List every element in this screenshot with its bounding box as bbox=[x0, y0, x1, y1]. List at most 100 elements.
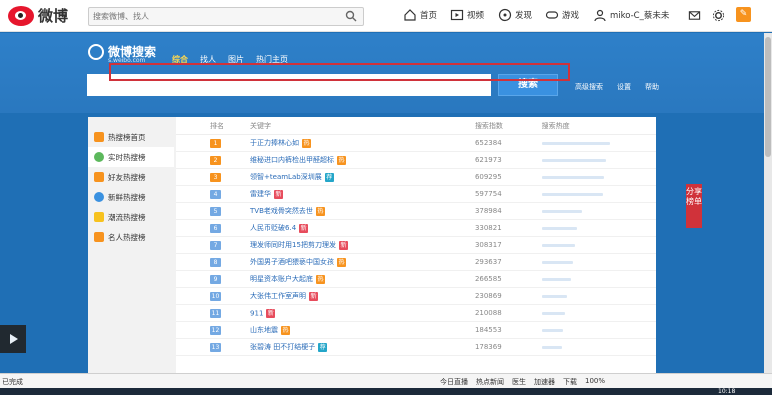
tag-badge: 热 bbox=[281, 325, 291, 335]
status-zoom[interactable]: 100% bbox=[585, 377, 605, 387]
nav-discover[interactable]: 发现 bbox=[498, 8, 532, 22]
discover-icon bbox=[498, 8, 512, 22]
table-row[interactable]: 5 TVB老戏骨突然去世热 378984 bbox=[176, 203, 656, 220]
keyword-link[interactable]: 领智+teamLab深圳展 bbox=[250, 173, 322, 181]
table-row[interactable]: 8 外国男子酒吧猥亵中国女孩热 293637 bbox=[176, 254, 656, 271]
keyword-link[interactable]: 理发师同时用15把剪刀理发 bbox=[250, 241, 336, 249]
keyword-link[interactable]: 山东地震 bbox=[250, 326, 278, 334]
scrollbar-thumb[interactable] bbox=[765, 37, 771, 157]
table-row[interactable]: 10 大张伟工作室声明新 230869 bbox=[176, 288, 656, 305]
keyword-cell: 于正力捧林心如热 bbox=[250, 138, 475, 148]
status-doctor[interactable]: 医生 bbox=[512, 377, 526, 387]
nav-game[interactable]: 游戏 bbox=[545, 8, 579, 22]
leftnav-item-friends[interactable]: 好友热搜榜 bbox=[88, 167, 174, 187]
status-accelerator[interactable]: 加速器 bbox=[534, 377, 555, 387]
compose-button[interactable]: ✎ bbox=[736, 7, 751, 22]
search-icon[interactable] bbox=[345, 10, 357, 22]
advanced-search-link[interactable]: 高级搜索 bbox=[575, 82, 603, 92]
heat-bar bbox=[541, 277, 571, 281]
keyword-link[interactable]: 明星资本账户大起底 bbox=[250, 275, 313, 283]
heat-cell bbox=[541, 209, 656, 213]
share-rank-button[interactable]: 分享榜单 bbox=[686, 184, 702, 228]
keyword-link[interactable]: 外国男子酒吧猥亵中国女孩 bbox=[250, 258, 334, 266]
nav-home[interactable]: 首页 bbox=[403, 8, 437, 22]
count-cell: 293637 bbox=[474, 258, 502, 266]
heat-bar bbox=[541, 328, 563, 332]
rank-number: 13 bbox=[210, 342, 221, 352]
friends-icon bbox=[94, 172, 104, 182]
table-row[interactable]: 4 雷建华新 597754 bbox=[176, 186, 656, 203]
weibo-eye-icon bbox=[8, 5, 34, 26]
home-icon bbox=[404, 9, 416, 21]
table-row[interactable]: 12 山东地震热 184553 bbox=[176, 322, 656, 339]
heat-bar bbox=[541, 158, 606, 162]
clock-icon bbox=[94, 152, 104, 162]
tag-badge: 新 bbox=[309, 291, 319, 301]
rank-cell: 12 bbox=[176, 325, 250, 335]
rank-number: 4 bbox=[210, 189, 221, 199]
table-row[interactable]: 3 领智+teamLab深圳展荐 609295 bbox=[176, 169, 656, 186]
vertical-scrollbar[interactable] bbox=[764, 33, 772, 373]
heat-bar bbox=[541, 294, 567, 298]
rank-cell: 6 bbox=[176, 223, 250, 233]
leftnav-item-fresh[interactable]: 新鲜热搜榜 bbox=[88, 187, 174, 207]
leftnav-item-home[interactable]: 热搜榜首页 bbox=[88, 127, 174, 147]
keyword-cell: 人民币贬破6.4 新 bbox=[250, 223, 475, 233]
count-cell: 652384 bbox=[474, 139, 502, 147]
table-row[interactable]: 2 维秘进口内裤检出甲醛超标热 621973 bbox=[176, 152, 656, 169]
table-row[interactable]: 11 911 新 210088 bbox=[176, 305, 656, 322]
rank-number: 11 bbox=[210, 308, 221, 318]
heat-cell bbox=[541, 260, 656, 264]
rank-number: 3 bbox=[210, 172, 221, 182]
keyword-link[interactable]: 维秘进口内裤检出甲醛超标 bbox=[250, 156, 334, 164]
search-links: 高级搜索 设置 帮助 bbox=[575, 82, 659, 92]
table-row[interactable]: 1 于正力捧林心如热 652384 bbox=[176, 135, 656, 152]
top-search-box[interactable] bbox=[88, 7, 364, 26]
weibo-search-logo[interactable]: 微博搜索 s.weibo.com bbox=[88, 43, 156, 64]
leftnav-item-trend[interactable]: 潮流热搜榜 bbox=[88, 207, 174, 227]
mail-icon[interactable] bbox=[688, 9, 701, 22]
nav-video[interactable]: 视频 bbox=[450, 8, 484, 22]
heat-cell bbox=[541, 345, 656, 349]
leftnav-label: 潮流热搜榜 bbox=[108, 212, 146, 222]
heat-bar bbox=[541, 345, 562, 349]
tag-badge: 热 bbox=[316, 274, 326, 284]
leftnav-item-celebrity[interactable]: 名人热搜榜 bbox=[88, 227, 174, 247]
top-search-input[interactable] bbox=[89, 8, 329, 25]
table-row[interactable]: 9 明星资本账户大起底热 266585 bbox=[176, 271, 656, 288]
count-cell: 330821 bbox=[474, 224, 502, 232]
game-icon bbox=[545, 11, 559, 19]
keyword-link[interactable]: 911 bbox=[250, 309, 263, 317]
keyword-link[interactable]: 人民币贬破6.4 bbox=[250, 224, 296, 232]
keyword-link[interactable]: 于正力捧林心如 bbox=[250, 139, 299, 147]
keyword-link[interactable]: 雷建华 bbox=[250, 190, 271, 198]
keyword-link[interactable]: 张碧涛 田不打结梗子 bbox=[250, 343, 315, 351]
heat-bar bbox=[541, 260, 573, 264]
table-row[interactable]: 6 人民币贬破6.4 新 330821 bbox=[176, 220, 656, 237]
status-news[interactable]: 热点新闻 bbox=[476, 377, 504, 387]
table-row[interactable]: 13 张碧涛 田不打结梗子荐 178369 bbox=[176, 339, 656, 356]
table-row[interactable]: 7 理发师同时用15把剪刀理发新 308317 bbox=[176, 237, 656, 254]
tag-badge: 新 bbox=[299, 223, 309, 233]
count-cell: 266585 bbox=[474, 275, 502, 283]
settings-link[interactable]: 设置 bbox=[617, 82, 631, 92]
tag-badge: 新 bbox=[274, 189, 284, 199]
count-cell: 597754 bbox=[474, 190, 502, 198]
tag-badge: 荐 bbox=[324, 172, 334, 182]
heat-cell bbox=[541, 243, 656, 247]
count-cell: 609295 bbox=[474, 173, 502, 181]
help-link[interactable]: 帮助 bbox=[645, 82, 659, 92]
heat-cell bbox=[541, 175, 656, 179]
rank-number: 9 bbox=[210, 274, 221, 284]
count-cell: 178369 bbox=[474, 343, 502, 351]
gear-icon[interactable] bbox=[712, 9, 725, 22]
keyword-cell: 领智+teamLab深圳展荐 bbox=[250, 172, 475, 182]
status-download[interactable]: 下载 bbox=[563, 377, 577, 387]
weibo-logo[interactable]: 微博 bbox=[8, 5, 68, 26]
play-icon[interactable] bbox=[0, 325, 26, 353]
leftnav-item-realtime[interactable]: 实时热搜榜 bbox=[88, 147, 174, 167]
keyword-link[interactable]: 大张伟工作室声明 bbox=[250, 292, 306, 300]
status-live[interactable]: 今日直播 bbox=[440, 377, 468, 387]
nav-user[interactable]: miko-C_蔡未未 bbox=[593, 8, 669, 22]
keyword-link[interactable]: TVB老戏骨突然去世 bbox=[250, 207, 313, 215]
